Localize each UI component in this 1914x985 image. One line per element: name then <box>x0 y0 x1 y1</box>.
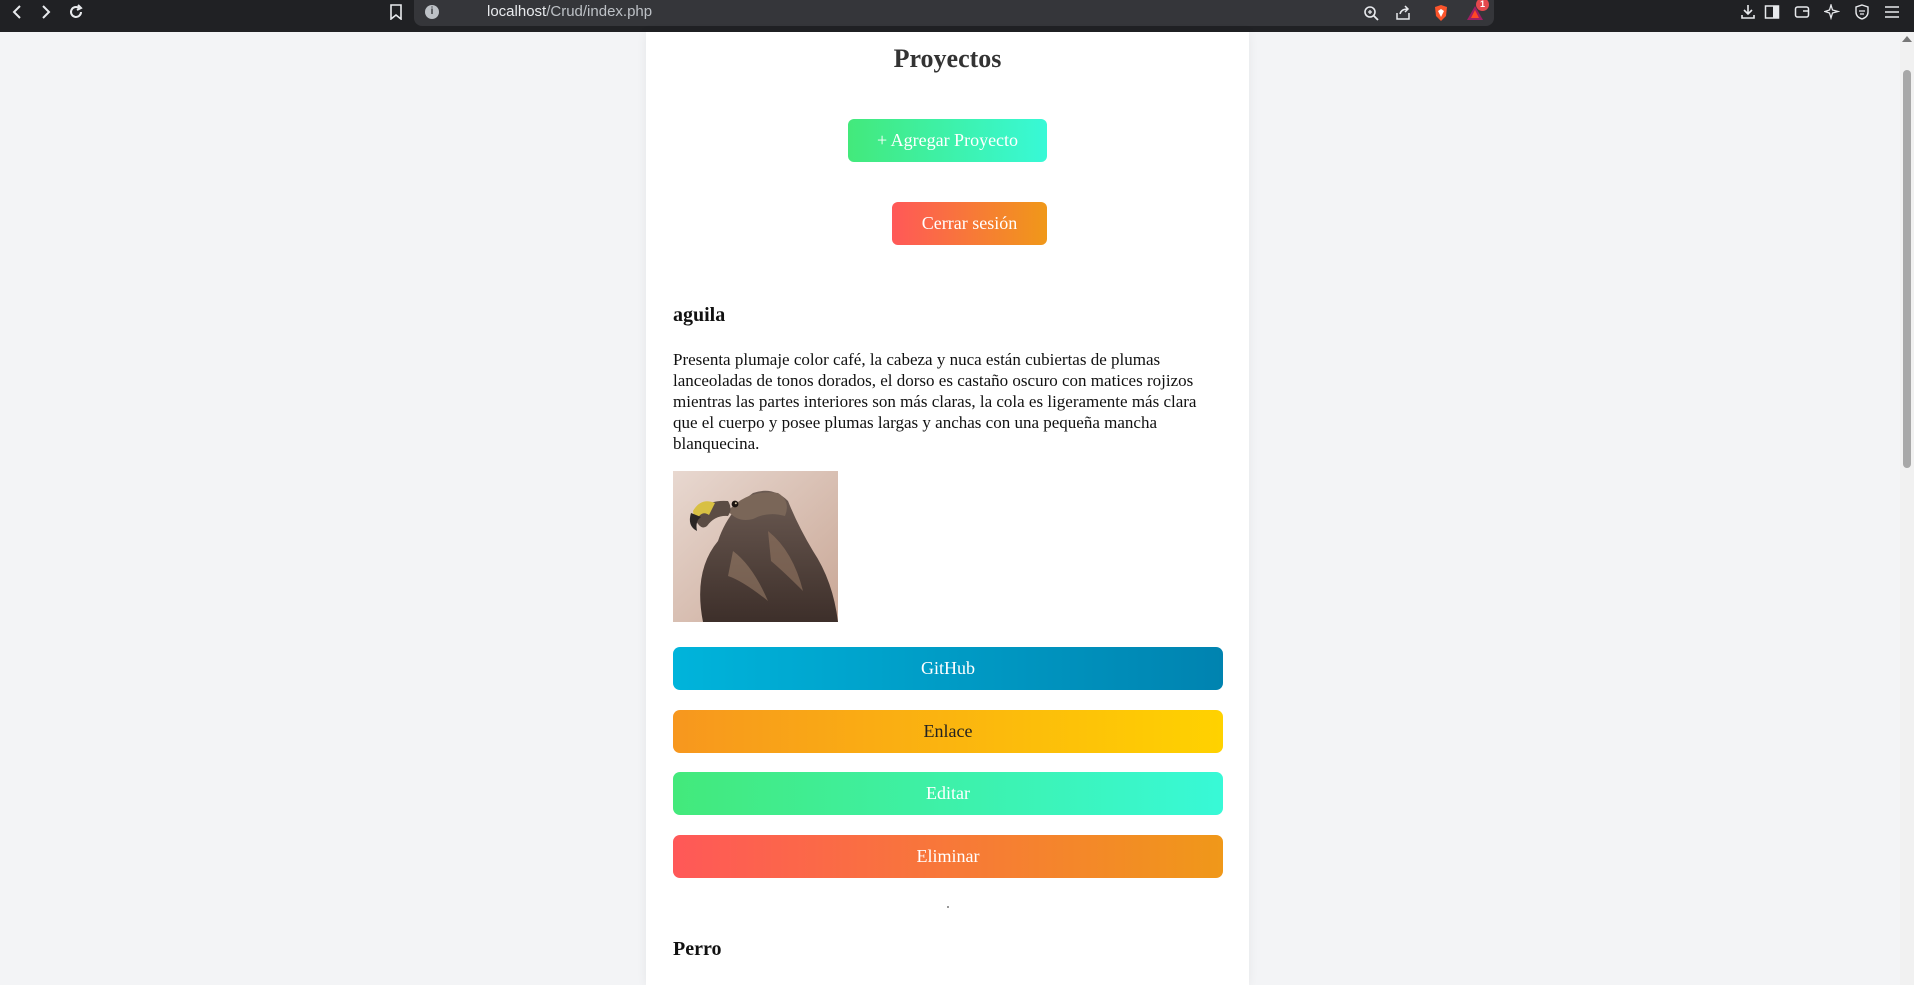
leo-ai-icon[interactable] <box>1818 0 1846 24</box>
zoom-icon[interactable] <box>1360 2 1382 24</box>
separator-dot <box>947 906 949 908</box>
browser-toolbar: i localhost/Crud/index.php 1 <box>0 0 1914 32</box>
reload-icon[interactable] <box>62 0 90 24</box>
link-button[interactable]: Enlace <box>673 710 1223 753</box>
vpn-icon[interactable] <box>1848 0 1876 24</box>
project-name: Perro <box>673 938 722 960</box>
brave-rewards-icon[interactable]: 1 <box>1464 0 1489 24</box>
project-name: aguila <box>673 304 726 326</box>
notification-badge: 1 <box>1476 0 1489 11</box>
site-info-icon[interactable]: i <box>425 5 439 19</box>
menu-icon[interactable] <box>1878 0 1906 24</box>
scroll-up-icon[interactable] <box>1902 36 1912 42</box>
address-bar[interactable]: i localhost/Crud/index.php 1 <box>414 0 1494 26</box>
github-button[interactable]: GitHub <box>673 647 1223 690</box>
wallet-icon[interactable] <box>1788 0 1816 24</box>
logout-button[interactable]: Cerrar sesión <box>892 202 1047 245</box>
share-icon[interactable] <box>1392 2 1414 24</box>
project-description: Presenta plumaje color café, la cabeza y… <box>673 350 1197 453</box>
url-text[interactable]: localhost/Crud/index.php <box>487 3 652 20</box>
url-host: localhost <box>487 3 547 20</box>
scrollbar-thumb[interactable] <box>1903 70 1911 468</box>
sidebar-icon[interactable] <box>1758 0 1786 24</box>
url-path: /Crud/index.php <box>546 3 653 20</box>
add-project-button[interactable]: + Agregar Proyecto <box>848 119 1047 162</box>
project-image <box>673 471 838 622</box>
bookmark-icon[interactable] <box>382 0 410 24</box>
eagle-photo <box>673 471 838 622</box>
edit-button[interactable]: Editar <box>673 772 1223 815</box>
projects-container: Proyectos + Agregar Proyecto Cerrar sesi… <box>646 32 1249 985</box>
delete-button[interactable]: Eliminar <box>673 835 1223 878</box>
forward-arrow-icon[interactable] <box>32 0 60 24</box>
page-scrollbar[interactable] <box>1900 32 1914 985</box>
back-arrow-icon[interactable] <box>3 0 31 24</box>
page-title: Proyectos <box>893 44 1002 73</box>
brave-shield-icon[interactable] <box>1430 2 1452 24</box>
